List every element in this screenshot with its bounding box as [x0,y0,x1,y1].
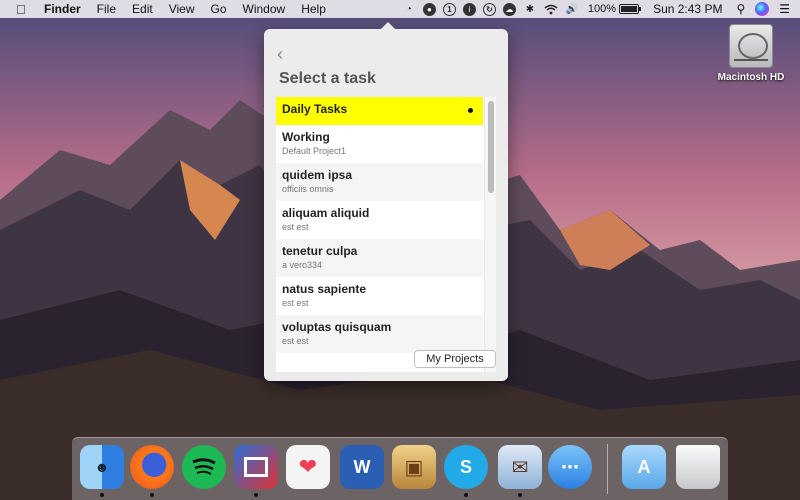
volume-icon[interactable]: 🔊 [565,2,579,16]
popover-arrow [380,22,396,30]
battery-fill [621,6,638,12]
dark-icon[interactable]: ● [422,2,436,16]
chevron-left-icon[interactable]: ‹ [277,44,283,65]
dock-separator [607,444,608,494]
task-item[interactable]: Working Default Project1 [276,125,483,163]
mail-icon[interactable]: ✉ [498,445,542,489]
trash-icon[interactable] [676,445,720,489]
task-item[interactable]: quidem ipsa officiis omnis [276,163,483,201]
running-indicator [100,493,104,497]
battery-percent: 100% [587,3,617,15]
task-select-popover: ‹ Select a task Daily Tasks Working Defa… [264,22,508,381]
popover-title: Select a task [279,70,376,87]
task-name: Daily Tasks [282,102,348,116]
task-item-daily-tasks[interactable]: Daily Tasks [276,97,483,125]
menu-app-name[interactable]: Finder [44,2,81,16]
task-project: Default Project1 [282,146,347,156]
timer-icon[interactable]: ◔ [402,2,416,16]
wifi-icon[interactable] [544,2,558,16]
info-icon[interactable]: i [462,2,476,16]
hard-drive-icon [729,24,773,68]
messages-icon[interactable]: ⋯ [548,445,592,489]
battery-icon[interactable] [619,4,642,14]
task-name: quidem ipsa [282,168,353,182]
spotlight-search-icon[interactable]: ⚲ [736,2,745,16]
notification-center-icon[interactable]: ☰ [779,2,790,16]
menu-go[interactable]: Go [211,2,227,16]
macintosh-hd-desktop-icon[interactable]: Macintosh HD [716,24,786,83]
menu-view[interactable]: View [169,2,195,16]
task-item[interactable]: aliquam aliquid est est [276,201,483,239]
running-indicator [150,493,154,497]
task-name: natus sapiente [282,282,367,296]
apple-icon[interactable]:  [16,2,32,17]
task-name: aliquam aliquid [282,206,370,220]
task-name: voluptas quisquam [282,320,392,334]
running-indicator [464,493,468,497]
task-project: est est [282,222,309,232]
1password-icon[interactable]: 1 [442,2,456,16]
task-name: tenetur culpa [282,244,358,258]
menu-help[interactable]: Help [301,2,326,16]
my-projects-button[interactable]: My Projects [414,350,496,368]
applications-folder-icon[interactable]: A [622,445,666,489]
running-indicator [518,493,522,497]
bluetooth-icon[interactable]: ✱ [523,2,537,16]
menu-window[interactable]: Window [243,2,286,16]
pocket-icon[interactable]: ❤ [286,445,330,489]
word-icon[interactable]: W [340,445,384,489]
skype-icon[interactable]: S [444,445,488,489]
cloud-icon[interactable]: ☁ [502,2,516,16]
menu-edit[interactable]: Edit [132,2,153,16]
active-indicator-icon [468,108,473,113]
task-item[interactable]: voluptas quisquam est est [276,315,483,353]
disk-label: Macintosh HD [717,72,785,83]
list-scrollbar[interactable] [484,97,496,372]
screens-icon[interactable] [234,445,278,489]
task-item[interactable]: natus sapiente est est [276,277,483,315]
task-project: officiis omnis [282,184,334,194]
preview-icon[interactable]: ▣ [392,445,436,489]
task-name: Working [282,130,330,144]
dock: ☻ ❤ W ▣ S ✉ ⋯ A [72,437,728,500]
running-indicator [254,493,258,497]
scrollbar-thumb[interactable] [488,101,494,193]
firefox-icon[interactable] [130,445,174,489]
task-list[interactable]: Daily Tasks Working Default Project1 qui… [276,97,496,372]
menu-bar:  Finder File Edit View Go Window Help ◔… [0,0,800,18]
clock-circle-icon[interactable]: ↻ [482,2,496,16]
menu-file[interactable]: File [97,2,116,16]
task-project: est est [282,298,309,308]
siri-icon[interactable] [755,2,770,16]
spotify-icon[interactable] [182,445,226,489]
menu-clock[interactable]: Sun 2:43 PM [653,2,722,16]
task-item[interactable]: tenetur culpa a vero334 [276,239,483,277]
task-project: a vero334 [282,260,323,270]
task-project: est est [282,336,309,346]
finder-icon[interactable]: ☻ [80,445,124,489]
